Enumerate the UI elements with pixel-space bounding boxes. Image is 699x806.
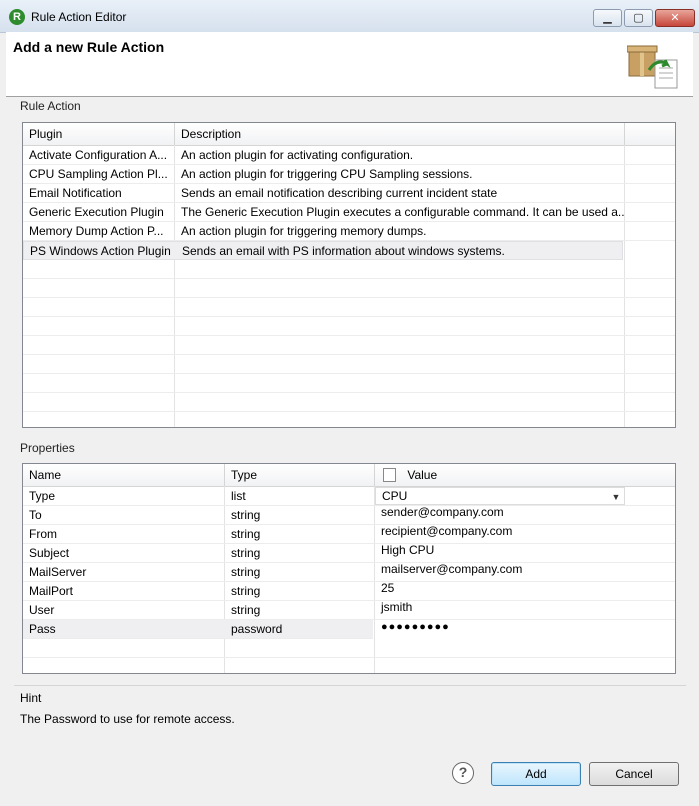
property-value-field[interactable]: 25 [375, 579, 675, 597]
empty-row [23, 336, 675, 355]
table-row-selected[interactable]: PS Windows Action Plugin Sends an email … [23, 241, 623, 260]
property-type: string [231, 546, 261, 560]
plugin-table-header: Plugin Description [23, 123, 675, 146]
empty-row [23, 374, 675, 393]
plugin-description: The Generic Execution Plugin executes a … [181, 205, 625, 219]
plugin-name: PS Windows Action Plugin [30, 244, 171, 258]
empty-row [23, 298, 675, 317]
properties-group-label: Properties [20, 441, 75, 455]
column-header-description[interactable]: Description [175, 123, 625, 145]
title-bar: R Rule Action Editor ▁ ▢ ✕ [0, 0, 699, 33]
column-header-name[interactable]: Name [23, 464, 225, 486]
property-type: password [231, 622, 283, 636]
property-value-field[interactable]: sender@company.com [375, 503, 675, 521]
cancel-button[interactable]: Cancel [589, 762, 679, 786]
plugin-table[interactable]: Plugin Description Activate Configuratio… [22, 122, 676, 428]
property-type: string [231, 527, 261, 541]
minimize-icon: ▁ [603, 12, 612, 24]
window-title: Rule Action Editor [31, 10, 127, 24]
property-name: To [29, 508, 42, 522]
property-name: From [29, 527, 57, 541]
properties-table-header: Name Type Value [23, 464, 675, 487]
property-name: Type [29, 489, 56, 503]
plugin-name: Activate Configuration A... [29, 148, 168, 162]
maximize-icon: ▢ [633, 12, 644, 24]
hint-text: The Password to use for remote access. [20, 712, 235, 726]
table-row[interactable]: Generic Execution Plugin The Generic Exe… [23, 203, 675, 222]
empty-row [23, 317, 675, 336]
app-icon: R [9, 9, 25, 25]
cancel-button-label: Cancel [615, 767, 653, 781]
help-button[interactable]: ? [452, 762, 474, 784]
property-name: MailPort [29, 584, 74, 598]
add-button-label: Add [525, 767, 547, 781]
plugin-name: Memory Dump Action P... [29, 224, 164, 238]
column-header-value-label: Value [407, 468, 438, 482]
property-value-field[interactable]: mailserver@company.com [375, 560, 675, 578]
plugin-description: Sends an email with PS information about… [182, 244, 505, 258]
column-header-plugin[interactable]: Plugin [23, 123, 175, 145]
column-header-type[interactable]: Type [225, 464, 375, 486]
plugin-description: An action plugin for activating configur… [181, 148, 414, 162]
property-value-field[interactable]: recipient@company.com [375, 522, 675, 540]
add-button[interactable]: Add [491, 762, 581, 786]
table-row[interactable]: Activate Configuration A... An action pl… [23, 146, 675, 165]
empty-row [23, 393, 675, 412]
property-name: MailServer [29, 565, 87, 579]
divider [14, 685, 686, 686]
close-button[interactable]: ✕ [655, 9, 695, 27]
wizard-header: Add a new Rule Action [6, 32, 693, 97]
property-name: User [29, 603, 55, 617]
property-type: list [231, 489, 246, 503]
plugin-description: An action plugin for triggering memory d… [181, 224, 427, 238]
empty-row [23, 279, 675, 298]
help-icon: ? [458, 764, 468, 780]
page-title: Add a new Rule Action [13, 39, 165, 55]
chevron-down-icon[interactable]: ▼ [610, 491, 622, 503]
plugin-name: Email Notification [29, 186, 122, 200]
maximize-button[interactable]: ▢ [624, 9, 653, 27]
plugin-description: Sends an email notification describing c… [181, 186, 498, 200]
rule-action-group-label: Rule Action [20, 99, 81, 113]
hint-label: Hint [20, 691, 42, 705]
plugin-name: Generic Execution Plugin [29, 205, 164, 219]
type-select-value: CPU [382, 489, 408, 503]
table-row[interactable]: CPU Sampling Action Pl... An action plug… [23, 165, 675, 184]
property-type: string [231, 508, 261, 522]
empty-row [23, 355, 675, 374]
rule-action-banner-icon [627, 45, 678, 89]
edit-value-icon [383, 467, 396, 482]
column-header-value[interactable]: Value [375, 464, 675, 486]
property-type: string [231, 603, 261, 617]
close-icon: ✕ [670, 12, 680, 24]
property-name: Pass [29, 622, 56, 636]
properties-table[interactable]: Name Type Value Type list CPU ▼ To strin… [22, 463, 676, 674]
plugin-name: CPU Sampling Action Pl... [29, 167, 168, 181]
property-name: Subject [29, 546, 70, 560]
property-value-field[interactable]: High CPU [375, 541, 675, 559]
password-field[interactable]: ●●●●●●●●● [375, 618, 675, 636]
table-row[interactable]: Email Notification Sends an email notifi… [23, 184, 675, 203]
empty-row [23, 639, 675, 658]
empty-row [23, 260, 675, 279]
property-row-selected[interactable]: Pass password [23, 620, 373, 639]
plugin-description: An action plugin for triggering CPU Samp… [181, 167, 473, 181]
empty-row [23, 658, 675, 673]
property-type: string [231, 565, 261, 579]
property-value-field[interactable]: jsmith [375, 598, 675, 616]
table-row[interactable]: Memory Dump Action P... An action plugin… [23, 222, 675, 241]
minimize-button[interactable]: ▁ [593, 9, 622, 27]
property-type: string [231, 584, 261, 598]
